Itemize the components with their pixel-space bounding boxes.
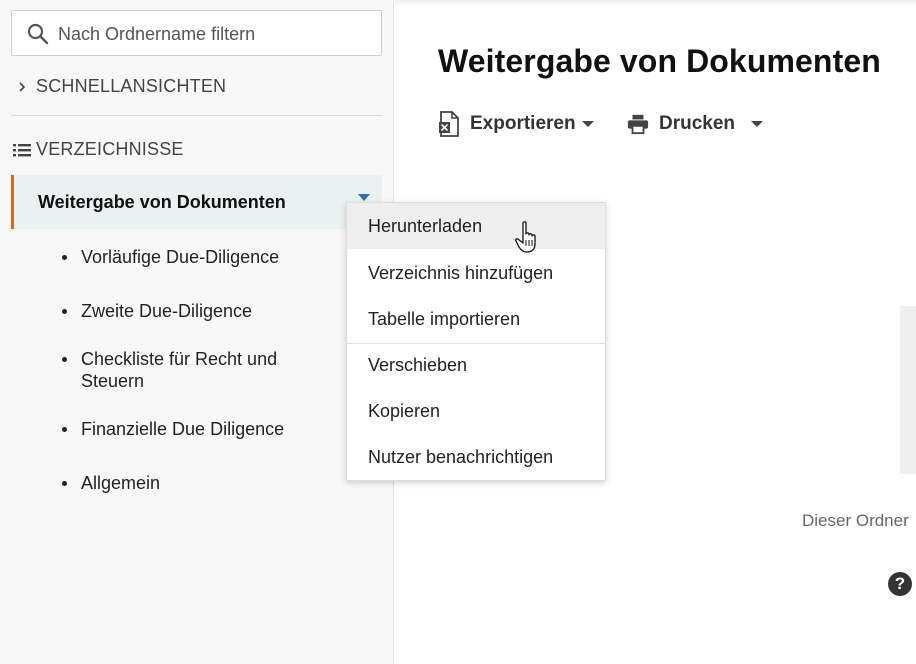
menu-item-download[interactable]: Herunterladen	[347, 203, 605, 249]
search-icon	[27, 23, 49, 45]
printer-icon	[627, 112, 649, 136]
hand-cursor-icon	[515, 221, 536, 253]
active-item-label: Weitergabe von Dokumenten	[38, 191, 286, 212]
print-label: Drucken	[659, 113, 736, 134]
menu-item-notify-users[interactable]: Nutzer benachrichtigen	[347, 434, 605, 480]
print-button[interactable]: Drucken	[627, 112, 764, 136]
chevron-right-icon	[12, 77, 32, 97]
export-button[interactable]: Exportieren	[438, 111, 594, 137]
menu-item-add-directory[interactable]: Verzeichnis hinzufügen	[347, 250, 605, 296]
empty-folder-text: Dieser Ordner	[802, 511, 909, 530]
tree-item[interactable]: Checkliste für Recht und Steuern	[60, 348, 300, 392]
list-icon	[12, 140, 32, 160]
caret-down-icon	[581, 121, 594, 127]
help-icon[interactable]: ?	[888, 572, 912, 596]
caret-down-icon	[751, 121, 764, 127]
tree-item-active[interactable]: Weitergabe von Dokumenten	[11, 175, 382, 229]
tree-item[interactable]: Vorläufige Due-Diligence	[60, 246, 279, 268]
export-label: Exportieren	[470, 113, 576, 134]
excel-file-icon	[438, 111, 460, 137]
sidebar: SCHNELLANSICHTEN VERZEICHNISSE Weitergab…	[0, 0, 394, 664]
sidebar-divider	[11, 115, 382, 116]
search-input[interactable]	[58, 21, 368, 47]
content-panel	[900, 306, 916, 474]
menu-item-copy[interactable]: Kopieren	[347, 388, 605, 434]
context-menu: Herunterladen Verzeichnis hinzufügen Tab…	[346, 202, 606, 481]
menu-item-move[interactable]: Verschieben	[347, 342, 605, 388]
top-shadow	[395, 0, 916, 6]
tree-item[interactable]: Allgemein	[60, 472, 160, 494]
page-title: Weitergabe von Dokumenten	[438, 43, 881, 79]
menu-item-import-table[interactable]: Tabelle importieren	[347, 296, 605, 342]
directories-label: VERZEICHNISSE	[36, 139, 184, 159]
quick-views-toggle[interactable]: SCHNELLANSICHTEN	[12, 76, 226, 97]
directories-header[interactable]: VERZEICHNISSE	[12, 139, 184, 160]
tree-item[interactable]: Finanzielle Due Diligence	[60, 418, 284, 440]
tree-item[interactable]: Zweite Due-Diligence	[60, 300, 252, 322]
quick-views-label: SCHNELLANSICHTEN	[36, 76, 227, 96]
folder-search[interactable]	[11, 10, 382, 56]
